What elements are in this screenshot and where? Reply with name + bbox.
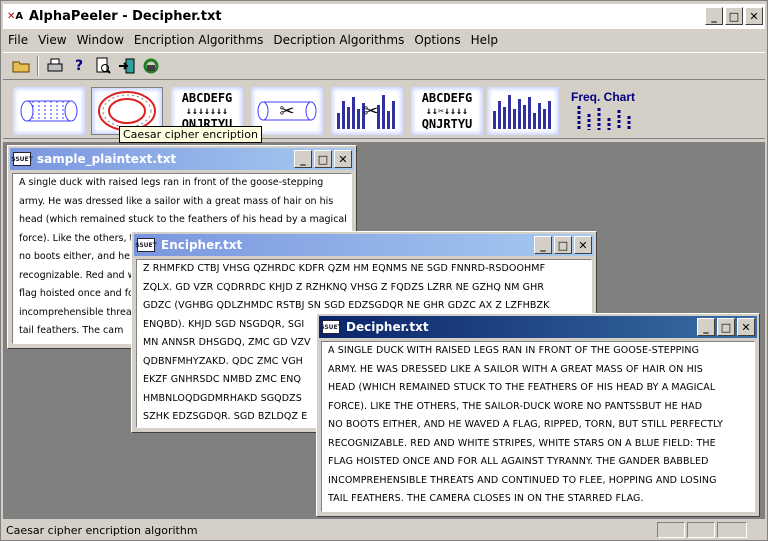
encipher-window-controls: _ □ ✕ bbox=[534, 236, 592, 254]
menu-help[interactable]: Help bbox=[466, 33, 503, 47]
encipher-window-title-bar[interactable]: SSUET Encipher.txt _ □ ✕ bbox=[134, 234, 594, 256]
open-folder-icon[interactable] bbox=[9, 55, 33, 77]
caesar-cipher-icon[interactable] bbox=[13, 87, 85, 135]
help-icon[interactable]: ? bbox=[67, 55, 91, 77]
close-button[interactable]: ✕ bbox=[745, 7, 763, 25]
status-panel bbox=[657, 522, 685, 538]
bar-chart-icon[interactable] bbox=[487, 87, 559, 135]
maximize-button[interactable]: □ bbox=[554, 236, 572, 254]
print-preview-icon[interactable] bbox=[91, 55, 115, 77]
decipher-window-controls: _ □ ✕ bbox=[697, 318, 755, 336]
text-line: RECOGNIZABLE. RED AND WHITE STRIPES, WHI… bbox=[328, 437, 716, 449]
window-controls: _ □ ✕ bbox=[705, 7, 763, 25]
text-line: Z RHMFKD CTBJ VHSG QZHRDC KDFR QZM HM EQ… bbox=[143, 263, 546, 274]
text-line: TAIL FEATHERS. THE CAMERA CLOSES IN ON T… bbox=[328, 493, 644, 504]
document-icon: SSUET bbox=[135, 238, 157, 252]
freq-chart-label: Freq. Chart bbox=[570, 89, 635, 104]
algorithm-toolbar: ABCDEFG ↓↓↓↓↓↓↓ QNJRTYU ✂ ✂ ABCDEFG ↓↓✂↓↓↓↓… bbox=[3, 83, 765, 139]
menu-file[interactable]: File bbox=[3, 33, 33, 47]
print-icon[interactable] bbox=[43, 55, 67, 77]
decipher-window-title: Decipher.txt bbox=[346, 320, 429, 334]
text-line: army. He was dressed like a sailor with … bbox=[19, 195, 334, 207]
svg-text:✂: ✂ bbox=[279, 101, 294, 122]
decipher-content[interactable]: A SINGLE DUCK WITH RAISED LEGS RAN IN FR… bbox=[321, 341, 755, 512]
menu-bar: File View Window Encription Algorithms D… bbox=[3, 31, 765, 49]
menu-window[interactable]: Window bbox=[72, 33, 129, 47]
vigenere-chart-icon[interactable]: ✂ bbox=[331, 87, 403, 135]
minimize-button[interactable]: _ bbox=[697, 318, 715, 336]
standard-toolbar: ? bbox=[3, 52, 765, 80]
decipher-window[interactable]: SSUET Decipher.txt _ □ ✕ A SINGLE DUCK W… bbox=[316, 313, 760, 517]
text-line: FLAG HOISTED ONCE AND FOR ALL AGAINST TY… bbox=[328, 456, 709, 467]
close-button[interactable]: ✕ bbox=[574, 236, 592, 254]
text-line: head (which remained stuck to the feathe… bbox=[19, 214, 347, 225]
close-button[interactable]: ✕ bbox=[737, 318, 755, 336]
alphapeeler-logo-icon: ✕ A bbox=[7, 11, 24, 22]
plaintext-window-title: sample_plaintext.txt bbox=[37, 152, 177, 166]
text-line: ZQLX. GD VZR CQDRRDC KHJD Z RZHKNQ VHSG … bbox=[143, 281, 545, 293]
status-text: Caesar cipher encription algorithm bbox=[6, 523, 198, 537]
decipher-window-title-bar[interactable]: SSUET Decipher.txt _ □ ✕ bbox=[319, 316, 757, 338]
tooltip: Caesar cipher encription bbox=[119, 126, 262, 143]
svg-text:✂: ✂ bbox=[363, 101, 378, 122]
minimize-button[interactable]: _ bbox=[705, 7, 723, 25]
substitution-label: ABCDEFG ↓↓↓↓↓↓↓ QNJRTYU bbox=[181, 91, 233, 131]
app-title: AlphaPeeler - Decipher.txt bbox=[29, 9, 222, 24]
menu-decription-algorithms[interactable]: Decription Algorithms bbox=[268, 33, 409, 47]
maximize-button[interactable]: □ bbox=[314, 150, 332, 168]
recycle-icon[interactable] bbox=[139, 55, 163, 77]
minimize-button[interactable]: _ bbox=[294, 150, 312, 168]
plaintext-window-title-bar[interactable]: SSUET sample_plaintext.txt _ □ ✕ bbox=[10, 148, 354, 170]
document-icon: SSUET bbox=[320, 320, 342, 334]
document-icon: SSUET bbox=[11, 152, 33, 166]
text-line: HEAD (WHICH REMAINED STUCK TO THE FEATHE… bbox=[328, 382, 716, 393]
maximize-button[interactable]: □ bbox=[725, 7, 743, 25]
encipher-window-title: Encipher.txt bbox=[161, 238, 243, 252]
exit-icon[interactable] bbox=[115, 55, 139, 77]
close-button[interactable]: ✕ bbox=[334, 150, 352, 168]
text-line: ARMY. HE WAS DRESSED LIKE A SAILOR WITH … bbox=[328, 363, 703, 375]
menu-options[interactable]: Options bbox=[409, 33, 465, 47]
text-line: A single duck with raised legs ran in fr… bbox=[19, 177, 324, 188]
substitution-scissors-icon[interactable]: ABCDEFG ↓↓✂↓↓↓↓ QNJRTYU bbox=[411, 87, 483, 135]
status-panel bbox=[687, 522, 715, 538]
toolbar-separator bbox=[37, 56, 39, 76]
title-bar[interactable]: ✕ A AlphaPeeler - Decipher.txt _ □ ✕ bbox=[3, 4, 765, 29]
text-line: FORCE). LIKE THE OTHERS, THE SAILOR-DUCK… bbox=[328, 400, 703, 412]
maximize-button[interactable]: □ bbox=[717, 318, 735, 336]
status-panel bbox=[717, 522, 747, 538]
menu-encription-algorithms[interactable]: Encription Algorithms bbox=[129, 33, 269, 47]
status-bar: Caesar cipher encription algorithm bbox=[3, 520, 765, 540]
freq-chart-icon[interactable]: Freq. Chart bbox=[567, 87, 639, 135]
menu-view[interactable]: View bbox=[33, 33, 71, 47]
text-line: INCOMPREHENSIBLE THREATS AND CONTINUED T… bbox=[328, 474, 717, 486]
app-window: ✕ A AlphaPeeler - Decipher.txt _ □ ✕ File… bbox=[0, 0, 768, 541]
text-line: A SINGLE DUCK WITH RAISED LEGS RAN IN FR… bbox=[328, 345, 700, 356]
substitution-scissors-label: ABCDEFG ↓↓✂↓↓↓↓ QNJRTYU bbox=[421, 91, 473, 131]
text-line: NO BOOTS EITHER, AND HE WAVED A FLAG, RI… bbox=[328, 419, 724, 430]
plaintext-window-controls: _ □ ✕ bbox=[294, 150, 352, 168]
minimize-button[interactable]: _ bbox=[534, 236, 552, 254]
